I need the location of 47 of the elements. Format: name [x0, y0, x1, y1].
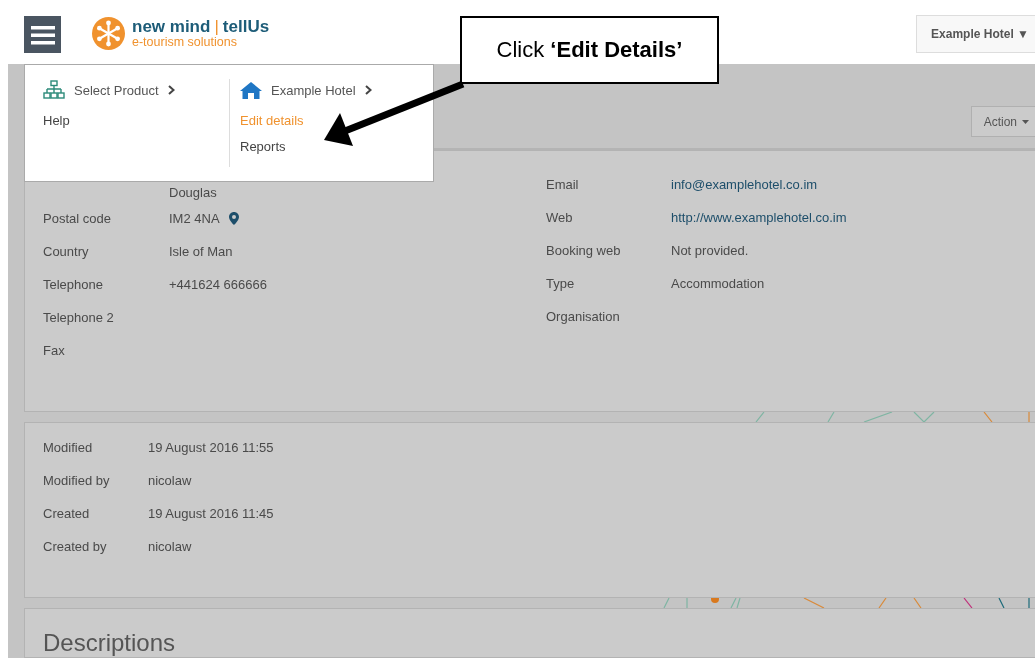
field-value: nicolaw: [148, 472, 192, 488]
field-value: IM2 4NA: [169, 211, 220, 227]
menu-item[interactable]: Reports: [240, 139, 430, 165]
field-label: Modified: [43, 439, 94, 455]
field-value: Accommodation: [671, 276, 765, 292]
field-label: Telephone 2: [43, 310, 115, 326]
menu-icon: [30, 24, 55, 45]
logo-brand: new mind: [132, 18, 211, 36]
link[interactable]: http://www.examplehotel.co.im: [671, 210, 847, 226]
chevron-icon: [167, 85, 175, 95]
menu-item[interactable]: Help: [43, 113, 229, 139]
field-label: Telephone: [43, 277, 104, 293]
callout-text: Click ‘Edit Details’: [496, 37, 683, 63]
logo-product: tellUs: [222, 18, 270, 36]
field-value: +441624 666666: [169, 277, 267, 293]
logo-tagline: e-tourism solutions: [132, 36, 238, 49]
menu-heading[interactable]: Example Hotel: [240, 79, 430, 101]
field-value: 19 August 2016 11:45: [148, 505, 274, 521]
section-title: Descriptions: [43, 629, 177, 657]
field-label: Modified by: [43, 472, 111, 488]
field-label: Created: [43, 505, 91, 521]
house-icon: [240, 81, 262, 99]
field-value: Douglas: [169, 184, 217, 200]
field-label: Created by: [43, 538, 108, 554]
sitemap-icon: [43, 80, 65, 100]
field-label: Web: [546, 210, 574, 226]
field-label: Postal code: [43, 211, 112, 227]
field-label: Country: [43, 244, 90, 260]
field-label: Fax: [43, 343, 66, 359]
logo-separator: |: [214, 18, 219, 36]
field-label: Booking web: [546, 243, 622, 259]
field-label: Organisation: [546, 309, 621, 325]
action-button[interactable]: Action: [970, 106, 1035, 137]
field-value: 19 August 2016 11:55: [148, 439, 274, 455]
field-value: Isle of Man: [169, 244, 233, 260]
field-value: Not provided.: [671, 243, 749, 259]
hotel-dropdown-button[interactable]: Example Hotel ▼: [916, 15, 1035, 53]
link[interactable]: info@examplehotel.co.im: [671, 177, 818, 193]
logo-icon: [92, 17, 125, 50]
menu-button[interactable]: [24, 16, 61, 53]
field-value: nicolaw: [148, 538, 192, 554]
field-label: Type: [546, 276, 576, 292]
field-label: Email: [546, 177, 580, 193]
caret-icon: [1022, 119, 1029, 124]
map-pin-icon[interactable]: [228, 212, 239, 226]
chevron-icon: [364, 85, 372, 95]
menu-heading[interactable]: Select Product: [43, 79, 229, 101]
